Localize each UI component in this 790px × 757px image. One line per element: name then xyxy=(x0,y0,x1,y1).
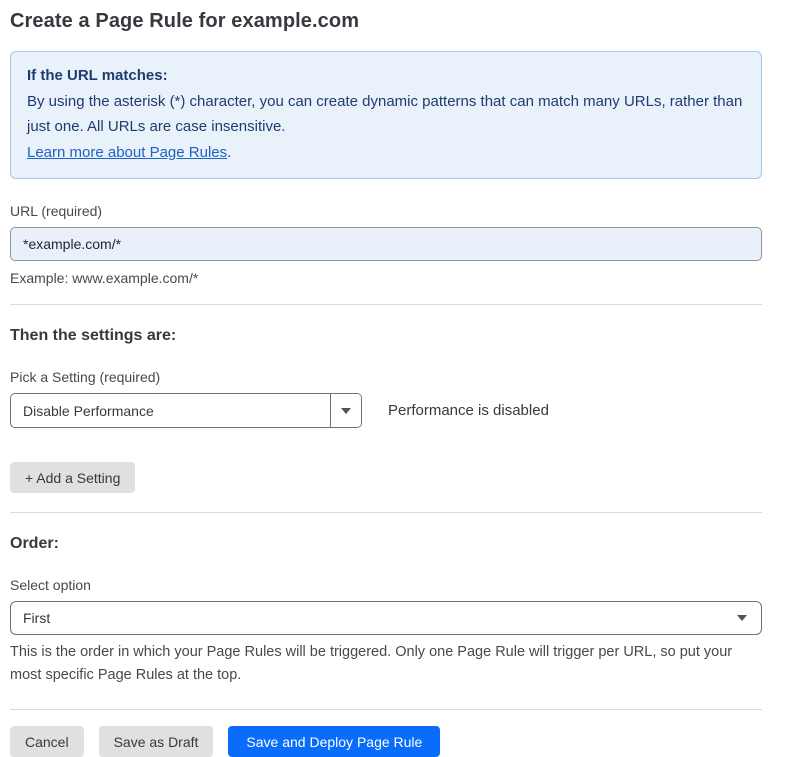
pick-setting-label: Pick a Setting (required) xyxy=(10,369,762,385)
chevron-down-icon xyxy=(341,408,351,414)
setting-select-arrow-button[interactable] xyxy=(330,394,361,427)
create-page-rule-form: Create a Page Rule for example.com If th… xyxy=(0,0,790,714)
url-match-info-box: If the URL matches: By using the asteris… xyxy=(10,51,762,179)
setting-status-text: Performance is disabled xyxy=(388,402,549,419)
save-and-deploy-button[interactable]: Save and Deploy Page Rule xyxy=(228,726,440,757)
setting-select[interactable]: Disable Performance xyxy=(10,393,362,428)
url-input[interactable] xyxy=(10,227,762,261)
footer-actions: Cancel Save as Draft Save and Deploy Pag… xyxy=(10,726,762,757)
divider xyxy=(10,304,762,305)
learn-more-link[interactable]: Learn more about Page Rules xyxy=(27,144,227,161)
chevron-down-icon xyxy=(737,615,747,621)
settings-section-heading: Then the settings are: xyxy=(10,327,762,345)
order-select[interactable]: First xyxy=(10,601,762,635)
order-select-label: Select option xyxy=(10,577,762,593)
info-box-link-line: Learn more about Page Rules. xyxy=(27,140,745,166)
url-example-text: Example: www.example.com/* xyxy=(10,268,762,289)
setting-row: Disable Performance Performance is disab… xyxy=(10,393,762,428)
info-box-heading: If the URL matches: xyxy=(27,63,745,89)
link-period: . xyxy=(227,144,231,161)
divider xyxy=(10,709,762,710)
order-select-value: First xyxy=(11,610,737,626)
divider xyxy=(10,512,762,513)
order-help-text: This is the order in which your Page Rul… xyxy=(10,641,750,687)
cancel-button[interactable]: Cancel xyxy=(10,726,84,757)
info-box-body: By using the asterisk (*) character, you… xyxy=(27,89,745,140)
page-title: Create a Page Rule for example.com xyxy=(10,10,762,33)
save-as-draft-button[interactable]: Save as Draft xyxy=(99,726,214,757)
setting-select-value: Disable Performance xyxy=(11,394,330,427)
add-setting-button[interactable]: + Add a Setting xyxy=(10,462,135,493)
order-section-heading: Order: xyxy=(10,535,762,553)
url-field-label: URL (required) xyxy=(10,203,762,219)
order-select-arrow xyxy=(737,615,761,621)
